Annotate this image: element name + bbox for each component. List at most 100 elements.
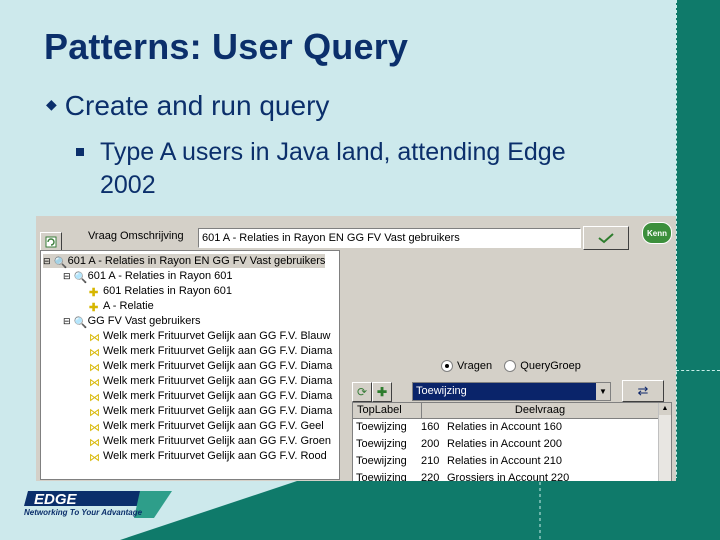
vraag-omschrijving-input[interactable]: 601 A - Relaties in Rayon EN GG FV Vast … bbox=[198, 228, 581, 248]
chevron-down-icon[interactable]: ▼ bbox=[596, 383, 610, 400]
tree-node-label: 601 A - Relaties in Rayon EN GG FV Vast … bbox=[67, 255, 326, 267]
select-value: Toewijzing bbox=[416, 385, 467, 397]
refresh-icon: ⟳ bbox=[356, 385, 368, 399]
toewijzing-select[interactable]: Toewijzing ▼ bbox=[412, 382, 611, 401]
grid-scrollbar[interactable]: ▲ bbox=[658, 403, 671, 481]
bullet-level-2: Type A users in Java land, attending Edg… bbox=[76, 136, 596, 202]
radio-vragen-label: Vragen bbox=[457, 360, 493, 372]
tree-node-label: Welk merk Frituurvet Gelijk aan GG F.V. … bbox=[103, 375, 333, 387]
plus-icon: ✚ bbox=[89, 286, 99, 299]
magnifier-icon: 🔍 bbox=[73, 271, 88, 284]
bullet-2-text: Type A users in Java land, attending Edg… bbox=[100, 138, 566, 199]
tree-node-label: Welk merk Frituurvet Gelijk aan GG F.V. … bbox=[103, 390, 333, 402]
tree-node-label: Welk merk Frituurvet Gelijk aan GG F.V. … bbox=[103, 405, 333, 417]
edge-logo: EDGE bbox=[24, 491, 172, 518]
tree-node[interactable]: ⋈ Welk merk Frituurvet Gelijk aan GG F.V.… bbox=[89, 344, 333, 359]
tree-node-label: 601 A - Relaties in Rayon 601 bbox=[87, 270, 233, 282]
cell-toplabel: Toewijzing bbox=[356, 421, 407, 433]
tree-node[interactable]: ⋈ Welk merk Frituurvet Gelijk aan GG F.V.… bbox=[89, 359, 333, 374]
undo-icon: ⇄ bbox=[637, 383, 649, 398]
grid-header: TopLabel Deelvraag bbox=[353, 403, 659, 419]
tree-node[interactable]: ✚ 601 Relaties in Rayon 601 bbox=[89, 284, 233, 299]
cell-number: 200 bbox=[421, 438, 440, 450]
table-row[interactable]: Toewijzing 210 Relaties in Account 210 bbox=[353, 453, 659, 470]
tree-node-label: Welk merk Frituurvet Gelijk aan GG F.V. … bbox=[103, 435, 332, 447]
bowtie-icon: ⋈ bbox=[89, 331, 100, 344]
kenn-logo: Kenn bbox=[642, 222, 672, 244]
bowtie-icon: ⋈ bbox=[89, 406, 100, 419]
cell-deelvraag: Relaties in Account 210 bbox=[447, 455, 562, 467]
decorative-right-band bbox=[676, 0, 720, 540]
cell-toplabel: Toewijzing bbox=[356, 472, 407, 481]
cell-deelvraag: Relaties in Account 200 bbox=[447, 438, 562, 450]
cell-deelvraag: Relaties in Account 160 bbox=[447, 421, 562, 433]
tree-node-label: GG FV Vast gebruikers bbox=[87, 315, 201, 327]
bowtie-icon: ⋈ bbox=[89, 421, 100, 434]
refresh-button[interactable] bbox=[40, 232, 62, 252]
column-header-toplabel[interactable]: TopLabel bbox=[353, 403, 422, 418]
cell-toplabel: Toewijzing bbox=[356, 438, 407, 450]
cell-number: 160 bbox=[421, 421, 440, 433]
tree-node[interactable]: ⋈ Welk merk Frituurvet Gelijk aan GG F.V.… bbox=[89, 449, 327, 464]
band-divider bbox=[676, 370, 720, 371]
radio-selected-icon bbox=[441, 360, 453, 373]
bullet-1-text: Create and run query bbox=[64, 90, 330, 121]
radio-vragen[interactable]: Vragen bbox=[441, 360, 493, 373]
checkmark-icon bbox=[598, 233, 614, 244]
tree-node[interactable]: ⋈ Welk merk Frituurvet Gelijk aan GG F.V.… bbox=[89, 389, 333, 404]
square-bullet-icon bbox=[76, 148, 84, 156]
edge-logo-text: EDGE bbox=[34, 491, 78, 508]
cell-deelvraag: Grossiers in Account 220 bbox=[447, 472, 570, 481]
tree-node[interactable]: ⋈ Welk merk Frituurvet Gelijk aan GG F.V.… bbox=[89, 329, 331, 344]
ok-button[interactable] bbox=[583, 226, 629, 250]
tree-node[interactable]: ⋈ Welk merk Frituurvet Gelijk aan GG F.V.… bbox=[89, 419, 324, 434]
cell-toplabel: Toewijzing bbox=[356, 455, 407, 467]
tree-node-label: 601 Relaties in Rayon 601 bbox=[103, 285, 233, 297]
query-type-radio-group: Vragen QueryGroep bbox=[441, 360, 581, 373]
tree-node[interactable]: ⊟ 🔍601 A - Relaties in Rayon 601 bbox=[63, 269, 233, 284]
query-group-panel: ⟳ ✚ Toewijzing ▼ ⇄ TopLabel Deelvraag To… bbox=[350, 380, 676, 481]
tree-node-root[interactable]: ⊟ 🔍601 A - Relaties in Rayon EN GG FV Va… bbox=[43, 254, 326, 269]
radio-querygroep[interactable]: QueryGroep bbox=[504, 360, 581, 373]
table-row[interactable]: Toewijzing 200 Relaties in Account 200 bbox=[353, 436, 659, 453]
deelvraag-grid[interactable]: TopLabel Deelvraag Toewijzing 160 Relati… bbox=[352, 402, 672, 481]
refresh-icon bbox=[45, 236, 57, 248]
add-button[interactable]: ✚ bbox=[372, 382, 392, 402]
edge-tagline: Networking To Your Advantage bbox=[24, 508, 143, 517]
magnifier-icon: 🔍 bbox=[73, 316, 88, 329]
bowtie-icon: ⋈ bbox=[89, 436, 100, 449]
refresh-grid-button[interactable]: ⟳ bbox=[352, 382, 372, 402]
column-header-deelvraag[interactable]: Deelvraag bbox=[421, 403, 659, 418]
plus-icon: ✚ bbox=[89, 301, 99, 314]
diamond-bullet-icon: ◆ bbox=[46, 96, 57, 112]
tree-node-label: Welk merk Frituurvet Gelijk aan GG F.V. … bbox=[103, 420, 324, 432]
radio-unselected-icon bbox=[504, 360, 517, 373]
cell-number: 220 bbox=[421, 472, 440, 481]
plus-icon: ✚ bbox=[376, 385, 388, 399]
tree-node[interactable]: ⊟ 🔍GG FV Vast gebruikers bbox=[63, 314, 201, 329]
scroll-up-icon[interactable]: ▲ bbox=[659, 403, 671, 415]
cell-number: 210 bbox=[421, 455, 440, 467]
tree-node-label: Welk merk Frituurvet Gelijk aan GG F.V. … bbox=[103, 330, 331, 342]
slide-title: Patterns: User Query bbox=[44, 26, 409, 67]
tree-node-label: Welk merk Frituurvet Gelijk aan GG F.V. … bbox=[103, 360, 333, 372]
tree-node-label: Welk merk Frituurvet Gelijk aan GG F.V. … bbox=[103, 345, 333, 357]
magnifier-icon: 🔍 bbox=[53, 256, 68, 269]
table-row[interactable]: Toewijzing 160 Relaties in Account 160 bbox=[353, 419, 659, 436]
tree-node[interactable]: ⋈ Welk merk Frituurvet Gelijk aan GG F.V.… bbox=[89, 404, 333, 419]
query-tree[interactable]: ⊟ 🔍601 A - Relaties in Rayon EN GG FV Va… bbox=[40, 250, 340, 480]
vraag-omschrijving-label: Vraag Omschrijving bbox=[88, 230, 184, 242]
tree-node[interactable]: ⋈ Welk merk Frituurvet Gelijk aan GG F.V.… bbox=[89, 374, 333, 389]
table-row[interactable]: Toewijzing 220 Grossiers in Account 220 bbox=[353, 470, 659, 481]
tree-node[interactable]: ⋈ Welk merk Frituurvet Gelijk aan GG F.V.… bbox=[89, 434, 332, 449]
tree-node-label: Welk merk Frituurvet Gelijk aan GG F.V. … bbox=[103, 450, 327, 462]
bowtie-icon: ⋈ bbox=[89, 346, 100, 359]
bowtie-icon: ⋈ bbox=[89, 391, 100, 404]
undo-button[interactable]: ⇄ bbox=[622, 380, 664, 402]
tree-node[interactable]: ✚ A - Relatie bbox=[89, 299, 154, 314]
bowtie-icon: ⋈ bbox=[89, 376, 100, 389]
band-divider bbox=[676, 0, 677, 540]
tree-node-label: A - Relatie bbox=[103, 300, 154, 312]
bowtie-icon: ⋈ bbox=[89, 361, 100, 374]
bowtie-icon: ⋈ bbox=[89, 451, 100, 464]
